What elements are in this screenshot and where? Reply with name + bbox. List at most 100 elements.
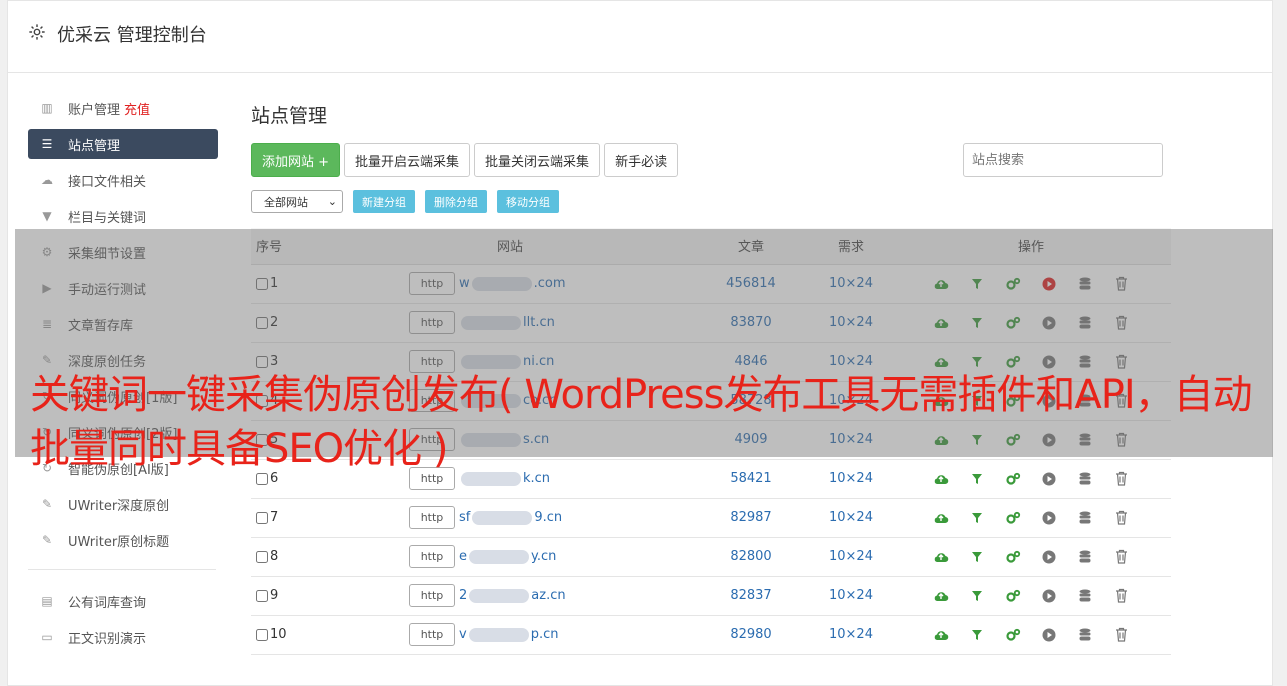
sidebar-item[interactable]: ▤ 公有词库查询 (28, 586, 218, 616)
gears-icon[interactable] (1005, 588, 1021, 604)
sidebar-item[interactable]: ☁ 接口文件相关 (28, 165, 218, 195)
http-badge[interactable]: http (409, 584, 455, 607)
cloud-upload-icon[interactable] (933, 510, 949, 526)
main-content: 站点管理 添加网站 + 批量开启云端采集 批量关闭云端采集 新手必读 全部网站 ⌄… (251, 101, 1171, 655)
sidebar-item[interactable]: ✎ UWriter深度原创 (28, 489, 218, 519)
database-icon[interactable] (1077, 549, 1093, 565)
gears-icon[interactable] (1005, 627, 1021, 643)
row-articles[interactable]: 82800 (691, 537, 811, 577)
add-site-button[interactable]: 添加网站 + (251, 143, 341, 177)
sidebar-item[interactable]: ✎ UWriter原创标题 (28, 525, 218, 555)
filter-icon[interactable] (969, 588, 985, 604)
move-group-button[interactable]: 移动分组 (497, 190, 559, 213)
sidebar-item-label: 公有词库查询 (68, 595, 147, 611)
row-articles[interactable]: 82987 (691, 498, 811, 538)
monitor-icon: ▭ (41, 630, 53, 644)
table-row: 9 http 2 az.cn 82837 10×24 (251, 576, 1171, 616)
sidebar-item-label: UWriter原创标题 (68, 534, 170, 550)
row-ops-cell (891, 498, 1171, 538)
filter-icon[interactable] (969, 549, 985, 565)
table-row: 7 http sf 9.cn 82987 10×24 (251, 498, 1171, 538)
row-num-cell: 9 (251, 576, 329, 616)
edit-icon: ✎ (41, 533, 53, 547)
play-icon[interactable] (1041, 627, 1057, 643)
group-select[interactable]: 全部网站 ⌄ (251, 190, 343, 213)
row-site-cell: http 2 az.cn (329, 576, 691, 616)
row-checkbox[interactable] (256, 511, 268, 524)
cloud-upload-icon[interactable] (933, 627, 949, 643)
gears-icon[interactable] (1005, 549, 1021, 565)
row-articles[interactable]: 82837 (691, 576, 811, 616)
batch-enable-button[interactable]: 批量开启云端采集 (344, 143, 471, 177)
row-site-cell: http sf 9.cn (329, 498, 691, 538)
redacted-mask (468, 627, 529, 642)
row-checkbox[interactable] (256, 550, 268, 563)
sidebar-item-label: UWriter深度原创 (68, 498, 170, 514)
row-demand[interactable]: 10×24 (811, 498, 891, 538)
http-badge[interactable]: http (409, 506, 455, 529)
sidebar-item[interactable]: ▥ 账户管理 充值 (28, 93, 218, 123)
page-title: 优采云 管理控制台 (57, 25, 207, 46)
cloud-upload-icon: ☁ (41, 173, 53, 187)
row-checkbox[interactable] (256, 628, 268, 641)
row-ops-cell (891, 537, 1171, 577)
sidebar-item[interactable]: ▭ 正文识别演示 (28, 622, 218, 652)
http-badge[interactable]: http (409, 545, 455, 568)
row-ops-cell (891, 576, 1171, 616)
recharge-link[interactable]: 充值 (124, 99, 150, 118)
group-controls: 全部网站 ⌄ 新建分组 删除分组 移动分组 (251, 190, 559, 213)
site-prefix: sf (459, 510, 471, 525)
row-site-cell: http v p.cn (329, 615, 691, 655)
batch-disable-button[interactable]: 批量关闭云端采集 (474, 143, 601, 177)
gears-icon[interactable] (1005, 510, 1021, 526)
play-icon[interactable] (1041, 549, 1057, 565)
sidebar-item-label: 站点管理 (68, 138, 121, 154)
trash-icon[interactable] (1113, 549, 1129, 565)
sidebar-item[interactable]: ☰ 站点管理 (28, 129, 218, 159)
row-checkbox[interactable] (256, 589, 268, 602)
play-icon[interactable] (1041, 588, 1057, 604)
delete-group-button[interactable]: 删除分组 (425, 190, 487, 213)
page: 优采云 管理控制台 ▥ 账户管理 充值 ☰ 站点管理 ☁ 接口文件相关 ▼ 栏目与关键词 ⚙ 采集细… (0, 0, 1287, 686)
edit-icon: ✎ (41, 497, 53, 511)
new-group-button[interactable]: 新建分组 (353, 190, 415, 213)
header: 优采云 管理控制台 (8, 1, 1272, 73)
sidebar-item-label: 正文识别演示 (68, 631, 147, 647)
sidebar-item-label: 栏目与关键词 (68, 210, 147, 226)
site-search-input[interactable] (963, 143, 1163, 177)
database-icon[interactable] (1077, 588, 1093, 604)
promo-banner: 关键词一键采集伪原创发布( WordPress发布工具无需插件和API，自动批量… (30, 372, 1253, 472)
row-site-cell: http e y.cn (329, 537, 691, 577)
redacted-mask (469, 549, 529, 564)
trash-icon[interactable] (1113, 588, 1129, 604)
book-icon: ▤ (41, 594, 53, 608)
row-num: 9 (270, 588, 279, 603)
sidebar-divider (28, 569, 216, 570)
site-suffix[interactable]: p.cn (531, 627, 559, 642)
cloud-upload-icon[interactable] (933, 588, 949, 604)
server-icon: ☰ (41, 137, 53, 151)
sidebar-item[interactable]: ▼ 栏目与关键词 (28, 201, 218, 231)
row-num: 10 (270, 627, 287, 642)
trash-icon[interactable] (1113, 627, 1129, 643)
table-row: 10 http v p.cn 82980 10×24 (251, 615, 1171, 655)
cloud-upload-icon[interactable] (933, 549, 949, 565)
database-icon[interactable] (1077, 627, 1093, 643)
row-demand[interactable]: 10×24 (811, 576, 891, 616)
redacted-mask (472, 510, 533, 525)
database-icon[interactable] (1077, 510, 1093, 526)
filter-icon[interactable] (969, 627, 985, 643)
row-num-cell: 10 (251, 615, 329, 655)
play-icon[interactable] (1041, 510, 1057, 526)
row-demand[interactable]: 10×24 (811, 615, 891, 655)
http-badge[interactable]: http (409, 623, 455, 646)
site-suffix[interactable]: y.cn (531, 549, 556, 564)
guide-button[interactable]: 新手必读 (604, 143, 679, 177)
site-suffix[interactable]: az.cn (531, 588, 565, 603)
trash-icon[interactable] (1113, 510, 1129, 526)
site-suffix[interactable]: 9.cn (534, 510, 562, 525)
row-ops-cell (891, 615, 1171, 655)
filter-icon[interactable] (969, 510, 985, 526)
row-articles[interactable]: 82980 (691, 615, 811, 655)
row-demand[interactable]: 10×24 (811, 537, 891, 577)
